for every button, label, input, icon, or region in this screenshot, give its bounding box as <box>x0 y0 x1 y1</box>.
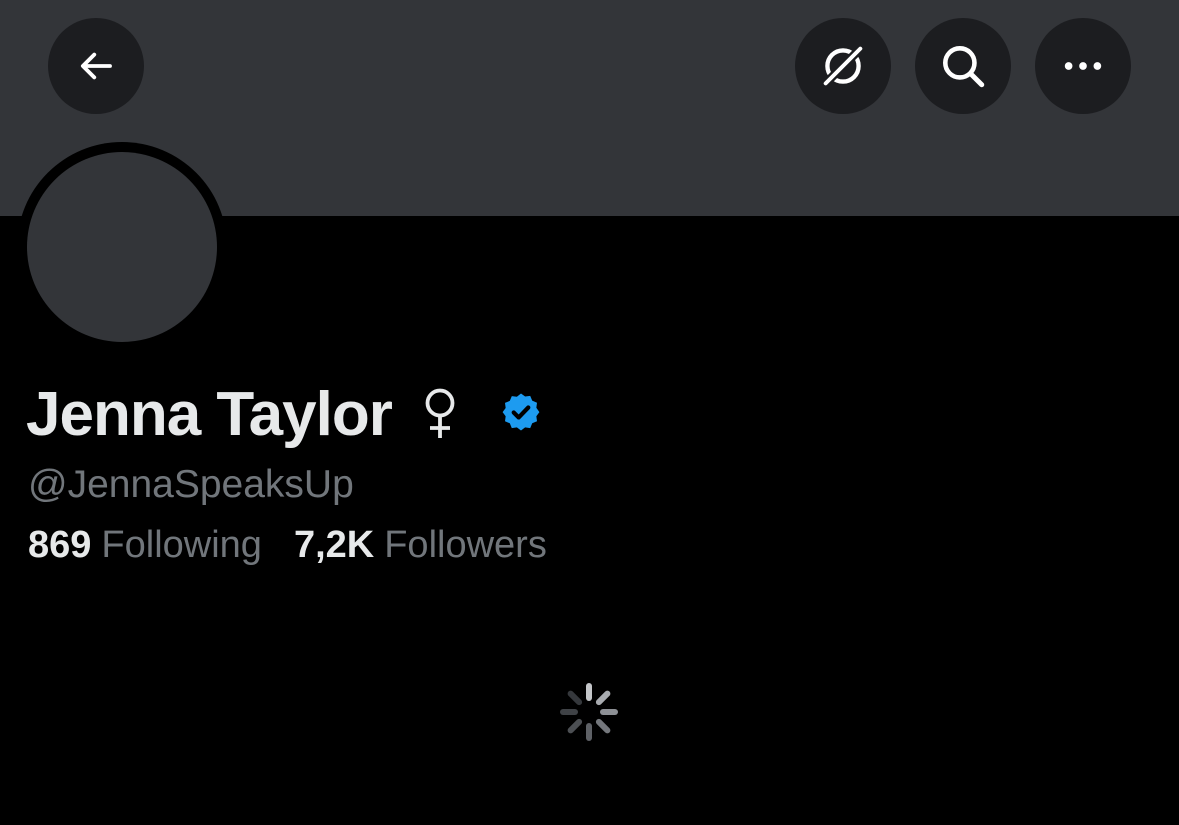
search-icon <box>943 46 985 88</box>
search-button[interactable] <box>915 18 1011 114</box>
more-button[interactable] <box>1035 18 1131 114</box>
display-name: Jenna Taylor <box>26 379 393 449</box>
avatar[interactable] <box>27 152 217 342</box>
female-symbol-icon <box>420 386 460 442</box>
arrow-left-icon <box>80 52 112 80</box>
grok-button[interactable] <box>795 18 891 114</box>
followers-count: 7,2K <box>293 524 375 566</box>
more-horizontal-icon <box>1064 62 1102 70</box>
followers-link[interactable]: 7,2K Followers <box>294 524 547 567</box>
profile-stats: 869 Following 7,2K Followers <box>28 524 547 567</box>
verified-badge-icon[interactable] <box>498 391 544 437</box>
grok-icon <box>821 44 865 88</box>
avatar-frame[interactable] <box>17 142 227 352</box>
profile-handle: @JennaSpeaksUp <box>28 463 354 506</box>
profile-name-row: Jenna Taylor <box>26 378 544 450</box>
following-label: Following <box>101 524 262 566</box>
back-button[interactable] <box>48 18 144 114</box>
following-link[interactable]: 869 Following <box>28 524 262 567</box>
following-count: 869 <box>28 524 92 566</box>
loading-spinner-icon <box>560 683 618 741</box>
followers-label: Followers <box>384 524 547 566</box>
